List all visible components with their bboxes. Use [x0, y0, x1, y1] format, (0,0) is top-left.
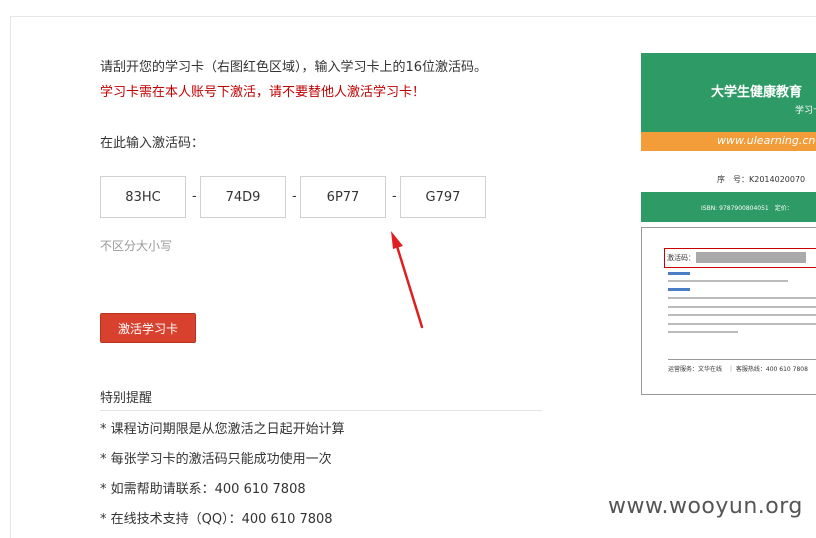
- code-field-1[interactable]: [100, 176, 186, 218]
- card-phone: 运营服务：文华在线 ｜ 客服热线：400 610 7808: [668, 366, 808, 373]
- case-insensitive-hint: 不区分大小写: [100, 239, 173, 253]
- card-back: 激活码： 运营服务：文华在线 ｜ 客服热线：400 610 7808: [641, 227, 816, 395]
- instructions-text: 请刮开您的学习卡（右图红色区域），输入学习卡上的16位激活码。: [100, 60, 488, 75]
- code-field-2[interactable]: [200, 176, 286, 218]
- scratch-code-bar: [696, 252, 806, 263]
- card-subtitle: 学习卡: [795, 106, 816, 116]
- code-separator: -: [392, 189, 397, 204]
- card-serial: 序 号：K2014020070: [717, 175, 806, 184]
- card-text-line: [668, 297, 816, 299]
- code-separator: -: [192, 189, 197, 204]
- card-text-heading: [668, 288, 690, 291]
- card-isbn: ISBN: 9787900804051 定价：: [701, 205, 793, 212]
- tip-item: * 在线技术支持（QQ）：400 610 7808: [100, 512, 333, 527]
- code-separator: -: [292, 189, 297, 204]
- card-text-heading: [668, 272, 690, 275]
- red-arrow-icon: [391, 231, 424, 329]
- card-text-line: [668, 280, 788, 282]
- activation-page: 请刮开您的学习卡（右图红色区域），输入学习卡上的16位激活码。 学习卡需在本人账…: [10, 16, 816, 538]
- tip-item: * 如需帮助请联系：400 610 7808: [100, 482, 306, 497]
- tips-divider: [100, 410, 542, 411]
- tip-item: * 课程访问期限是从您激活之日起开始计算: [100, 422, 345, 437]
- card-text-line: [668, 306, 816, 308]
- learning-card-image: 大学生健康教育 学习卡 www.ulearning.cn 序 号：K201402…: [641, 53, 816, 395]
- tip-item: * 每张学习卡的激活码只能成功使用一次: [100, 452, 332, 467]
- tips-title: 特别提醒: [100, 391, 153, 406]
- code-field-3[interactable]: [300, 176, 386, 218]
- card-code-label: 激活码：: [667, 254, 695, 262]
- card-text-line: [668, 323, 816, 325]
- card-url: www.ulearning.cn: [717, 134, 816, 147]
- code-prompt-label: 在此输入激活码：: [100, 136, 205, 151]
- card-text-line: [668, 314, 816, 316]
- card-divider: [668, 359, 816, 360]
- watermark: www.wooyun.org: [608, 494, 803, 519]
- card-title: 大学生健康教育: [711, 85, 803, 100]
- card-text-line: [668, 331, 738, 333]
- card-serial-area: [641, 151, 816, 192]
- warning-text: 学习卡需在本人账号下激活，请不要替他人激活学习卡！: [100, 85, 426, 100]
- activate-card-button[interactable]: 激活学习卡: [100, 313, 196, 343]
- code-field-4[interactable]: [400, 176, 486, 218]
